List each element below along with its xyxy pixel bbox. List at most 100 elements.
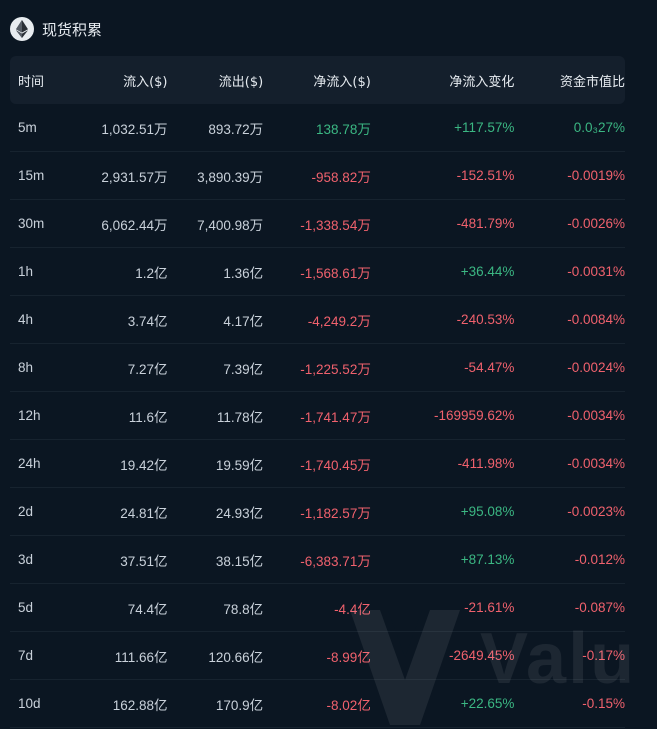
cell-capital-market-ratio: -0.17%	[582, 648, 625, 663]
cell-capital-market-ratio: -0.087%	[574, 600, 625, 615]
table-row[interactable]: 12h 11.6亿 11.78亿 -1,741.47万 -169959.62% -0.00…	[10, 392, 625, 440]
table-row[interactable]: 8h 7.27亿 7.39亿 -1,225.52万 -54.47% -0.0024%	[10, 344, 625, 392]
column-header-outflow[interactable]: 流出($)	[167, 71, 263, 90]
cell-net-inflow-change: +87.13%	[460, 552, 515, 567]
flow-table: 时间 流入($) 流出($) 净流入($) 净流入变化 资金市值比 5m 1,03…	[10, 56, 625, 728]
cell-outflow: 7,400.98万	[197, 217, 264, 233]
cell-net-inflow: 138.78万	[316, 121, 371, 137]
cell-outflow: 7.39亿	[223, 361, 264, 377]
table-row[interactable]: 4h 3.74亿 4.17亿 -4,249.2万 -240.53% -0.0084%	[10, 296, 625, 344]
cell-time: 5m	[17, 120, 37, 135]
cell-inflow: 7.27亿	[127, 361, 168, 377]
table-row[interactable]: 15m 2,931.57万 3,890.39万 -958.82万 -152.51% -0.…	[10, 152, 625, 200]
cell-outflow: 170.9亿	[215, 697, 264, 713]
cell-inflow: 24.81亿	[120, 505, 168, 521]
cell-net-inflow-change: -169959.62%	[434, 408, 515, 423]
cell-net-inflow-change: -481.79%	[456, 216, 515, 231]
cell-time: 2d	[17, 504, 33, 519]
cell-inflow: 2,931.57万	[101, 169, 168, 185]
ethereum-icon	[10, 17, 34, 41]
cell-outflow: 120.66亿	[208, 649, 264, 665]
cell-capital-market-ratio: -0.0023%	[567, 504, 625, 519]
column-header-net-inflow-change[interactable]: 净流入变化	[371, 71, 514, 90]
cell-capital-market-ratio: -0.0019%	[567, 168, 625, 183]
cell-net-inflow: -1,338.54万	[300, 217, 371, 233]
table-row[interactable]: 30m 6,062.44万 7,400.98万 -1,338.54万 -481.79% -…	[10, 200, 625, 248]
cell-inflow: 11.6亿	[128, 409, 168, 425]
cell-time: 3d	[17, 552, 33, 567]
cell-inflow: 19.42亿	[120, 457, 168, 473]
cell-net-inflow-change: -240.53%	[456, 312, 515, 327]
cell-net-inflow-change: -2649.45%	[449, 648, 515, 663]
cell-outflow: 24.93亿	[215, 505, 264, 521]
page-title: 现货积累	[42, 20, 103, 39]
table-row[interactable]: 3d 37.51亿 38.15亿 -6,383.71万 +87.13% -0.012%	[10, 536, 625, 584]
table-row[interactable]: 5d 74.4亿 78.8亿 -4.4亿 -21.61% -0.087%	[10, 584, 625, 632]
cell-net-inflow-change: +117.57%	[454, 120, 515, 135]
cell-net-inflow: -1,741.47万	[300, 409, 371, 425]
cell-net-inflow: -958.82万	[311, 169, 371, 185]
cell-time: 10d	[17, 696, 41, 711]
cell-capital-market-ratio: -0.0034%	[567, 408, 625, 423]
cell-net-inflow-change: +22.65%	[460, 696, 515, 711]
cell-net-inflow-change: -411.98%	[457, 456, 515, 471]
cell-inflow: 6,062.44万	[101, 217, 168, 233]
table-row[interactable]: 1h 1.2亿 1.36亿 -1,568.61万 +36.44% -0.0031%	[10, 248, 625, 296]
cell-capital-market-ratio: -0.012%	[574, 552, 625, 567]
cell-inflow: 162.88亿	[112, 697, 168, 713]
cell-time: 12h	[17, 408, 41, 423]
cell-inflow: 3.74亿	[127, 313, 168, 329]
cell-capital-market-ratio: -0.0034%	[567, 456, 625, 471]
cell-capital-market-ratio: -0.0031%	[567, 264, 625, 279]
panel-header: 现货积累	[10, 16, 102, 42]
cell-net-inflow-change: +95.08%	[460, 504, 515, 519]
column-header-capital-market-ratio[interactable]: 资金市值比	[514, 71, 625, 90]
cell-time: 8h	[17, 360, 33, 375]
cell-net-inflow: -1,568.61万	[300, 265, 371, 281]
cell-net-inflow-change: -152.51%	[456, 168, 515, 183]
cell-outflow: 19.59亿	[215, 457, 264, 473]
cell-net-inflow: -6,383.71万	[300, 553, 371, 569]
cell-time: 24h	[17, 456, 41, 471]
cell-time: 5d	[17, 600, 33, 615]
cell-net-inflow: -1,740.45万	[300, 457, 371, 473]
cell-capital-market-ratio: -0.0024%	[567, 360, 625, 375]
table-header: 时间 流入($) 流出($) 净流入($) 净流入变化 资金市值比	[10, 56, 625, 104]
cell-outflow: 4.17亿	[223, 313, 264, 329]
cell-time: 30m	[17, 216, 45, 231]
cell-net-inflow: -8.99亿	[326, 649, 371, 665]
cell-time: 4h	[17, 312, 33, 327]
cell-capital-market-ratio: -0.0084%	[567, 312, 625, 327]
spot-accumulation-panel: 现货积累 时间 流入($) 流出($) 净流入($) 净流入变化 资金市值比 5…	[0, 0, 657, 729]
cell-inflow: 74.4亿	[127, 601, 168, 617]
table-row[interactable]: 10d 162.88亿 170.9亿 -8.02亿 +22.65% -0.15%	[10, 680, 625, 728]
cell-net-inflow: -4.4亿	[334, 601, 371, 617]
cell-outflow: 11.78亿	[216, 409, 264, 425]
cell-net-inflow-change: -21.61%	[464, 600, 515, 615]
cell-outflow: 38.15亿	[215, 553, 264, 569]
cell-net-inflow: -1,182.57万	[300, 505, 371, 521]
cell-net-inflow-change: -54.47%	[464, 360, 515, 375]
table-row[interactable]: 5m 1,032.51万 893.72万 138.78万 +117.57% 0.0₃27%	[10, 104, 625, 152]
cell-net-inflow-change: +36.44%	[460, 264, 515, 279]
cell-outflow: 1.36亿	[223, 265, 264, 281]
table-row[interactable]: 24h 19.42亿 19.59亿 -1,740.45万 -411.98% -0.0034…	[10, 440, 625, 488]
cell-net-inflow: -1,225.52万	[300, 361, 371, 377]
cell-capital-market-ratio: -0.0026%	[567, 216, 625, 231]
table-row[interactable]: 2d 24.81亿 24.93亿 -1,182.57万 +95.08% -0.0023%	[10, 488, 625, 536]
column-header-time[interactable]: 时间	[18, 71, 68, 90]
table-body: 5m 1,032.51万 893.72万 138.78万 +117.57% 0.0₃27%…	[10, 104, 625, 728]
cell-outflow: 893.72万	[208, 121, 264, 137]
cell-capital-market-ratio: 0.0₃27%	[573, 120, 625, 135]
cell-outflow: 78.8亿	[223, 601, 264, 617]
column-header-net-inflow[interactable]: 净流入($)	[263, 71, 370, 90]
cell-inflow: 1,032.51万	[101, 121, 168, 137]
cell-inflow: 111.66亿	[114, 649, 168, 665]
cell-inflow: 37.51亿	[120, 553, 168, 569]
cell-inflow: 1.2亿	[135, 265, 168, 281]
cell-net-inflow: -4,249.2万	[307, 313, 371, 329]
column-header-inflow[interactable]: 流入($)	[68, 71, 167, 90]
table-row[interactable]: 7d 111.66亿 120.66亿 -8.99亿 -2649.45% -0.17%	[10, 632, 625, 680]
cell-time: 15m	[17, 168, 45, 183]
cell-time: 7d	[17, 648, 33, 663]
